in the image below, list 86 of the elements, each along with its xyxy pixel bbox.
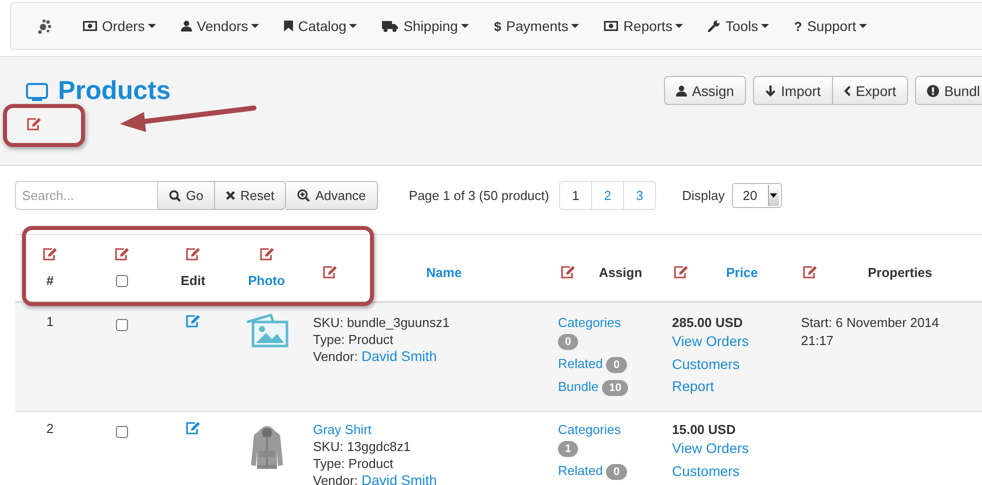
count-badge: 0 <box>606 357 627 373</box>
count-badge: 0 <box>558 334 578 350</box>
nav-menu[interactable]: $ Payments <box>494 18 580 34</box>
edit-icon[interactable] <box>673 265 689 279</box>
order-report-link[interactable]: Report <box>672 377 795 395</box>
sort-link[interactable]: Photo <box>248 273 285 289</box>
column-header: Properties <box>866 264 934 280</box>
assign-link[interactable]: Related <box>558 463 603 478</box>
assign-link[interactable]: Categories <box>558 422 621 437</box>
assign-link[interactable]: Categories <box>558 315 621 330</box>
count-badge: 1 <box>558 441 578 457</box>
monitor-icon <box>26 83 48 101</box>
price-amount: 15.00 USD <box>672 421 737 439</box>
search-field[interactable]: Search... <box>15 181 158 210</box>
assign-link[interactable]: Related <box>558 356 603 371</box>
edit-icon[interactable] <box>26 117 42 131</box>
action-button[interactable]: Assign <box>664 76 746 105</box>
toolbar-button[interactable]: Reset <box>215 181 286 210</box>
count-badge: 0 <box>606 464 627 480</box>
edit-icon[interactable] <box>185 421 201 435</box>
logo-icon[interactable] <box>37 18 53 34</box>
properties-text: Start: 6 November 2014 21:17 <box>800 314 940 350</box>
page-info: Page 1 of 3 (50 product) <box>408 188 550 203</box>
product-detail: SKU: bundle_3guunsz1 <box>313 314 451 331</box>
page-link[interactable]: 3 <box>623 182 656 209</box>
vendor-link[interactable]: David Smith <box>361 348 437 364</box>
action-button[interactable]: Export <box>832 76 908 105</box>
row-number: 1 <box>46 314 54 329</box>
search-icon <box>169 190 181 202</box>
assign-link[interactable]: Bundle <box>558 379 598 394</box>
vendor-link[interactable]: David Smith <box>361 472 437 485</box>
product-link[interactable]: Gray Shirt <box>313 421 550 438</box>
edit-icon[interactable] <box>322 265 338 279</box>
chevron-left-icon <box>844 84 851 96</box>
action-button[interactable]: Import <box>753 76 833 105</box>
edit-icon[interactable] <box>802 265 818 279</box>
column-header: Edit <box>180 273 206 289</box>
sort-link[interactable]: Name <box>338 264 550 280</box>
vendor-label: Vendor: <box>313 349 358 364</box>
edit-icon[interactable] <box>42 247 58 261</box>
page-title: Products <box>58 74 171 107</box>
display-label: Display <box>682 188 725 203</box>
column-header: Assign <box>598 264 644 280</box>
vendor-label: Vendor: <box>313 473 358 485</box>
order-report-link[interactable]: Customers <box>672 355 795 373</box>
edit-icon[interactable] <box>258 247 274 261</box>
nav-menu[interactable]: Reports <box>604 18 684 34</box>
nav-menu[interactable]: Orders <box>83 18 156 34</box>
truck-icon <box>382 20 398 32</box>
nav-menu[interactable]: ? Support <box>794 18 868 34</box>
nav-menu[interactable]: Shipping <box>382 18 469 34</box>
row-checkbox[interactable] <box>116 426 128 438</box>
page-size-select[interactable]: 20 <box>732 183 782 208</box>
order-report-link[interactable]: View Orders <box>672 332 795 350</box>
order-report-link[interactable]: Customers <box>672 462 795 480</box>
nav-menu[interactable]: Vendors <box>180 18 260 34</box>
price-amount: 285.00 USD <box>672 314 744 332</box>
product-detail: Type: Product <box>313 331 394 348</box>
nav-menu[interactable]: Tools <box>708 18 770 34</box>
arrow-down-icon <box>765 84 776 96</box>
edit-icon[interactable] <box>560 265 576 279</box>
column-header: # <box>46 273 54 289</box>
page-link[interactable]: 1 <box>560 182 592 209</box>
times-icon <box>226 191 236 200</box>
count-badge: 10 <box>602 380 628 396</box>
user-icon <box>676 84 687 96</box>
product-detail: SKU: 13ggdc8z1 <box>313 438 412 455</box>
wrench-icon <box>708 20 720 32</box>
sort-link[interactable]: Price <box>689 264 795 280</box>
select-all-checkbox[interactable] <box>116 273 128 289</box>
row-checkbox[interactable] <box>116 319 128 331</box>
page-link[interactable]: 2 <box>591 182 624 209</box>
exclamation-icon <box>927 84 940 96</box>
edit-icon[interactable] <box>185 314 201 328</box>
row-number: 2 <box>46 421 54 436</box>
user-icon <box>180 20 192 32</box>
product-detail: Type: Product <box>313 455 394 472</box>
bookmark-icon <box>284 20 294 32</box>
order-report-link[interactable]: View Orders <box>672 439 795 457</box>
edit-icon[interactable] <box>185 247 201 261</box>
edit-icon[interactable] <box>114 247 130 261</box>
toolbar-button[interactable]: Go <box>158 181 216 210</box>
nav-menu[interactable]: Catalog <box>284 18 358 34</box>
action-button[interactable]: Bundl <box>915 76 982 105</box>
toolbar-button[interactable]: Advance <box>286 181 378 210</box>
zoom-in-icon <box>297 189 310 202</box>
